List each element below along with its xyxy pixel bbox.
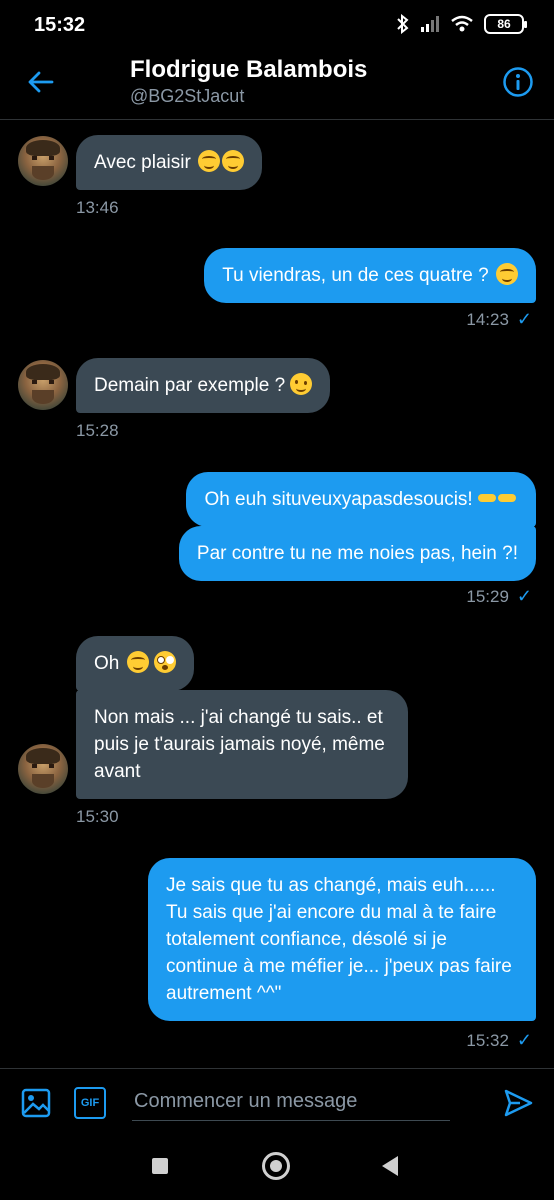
message-timestamp: 13:46 — [76, 198, 119, 218]
message-bubble-outgoing[interactable]: Tu viendras, un de ces quatre ? — [204, 248, 536, 303]
contact-handle: @BG2StJacut — [130, 86, 245, 106]
send-icon — [504, 1089, 533, 1117]
message-timestamp: 15:32 ✓ — [466, 1030, 532, 1051]
message-text: Je sais que tu as changé, mais euh......… — [166, 875, 512, 1004]
conversation-header: Flodrigue Balambois @BG2StJacut — [0, 50, 554, 120]
status-bar: 15:32 86 — [0, 0, 554, 50]
smiling-face-icon — [496, 263, 518, 285]
message-bubble-incoming[interactable]: Avec plaisir — [76, 135, 263, 190]
timestamp-text: 15:28 — [76, 421, 119, 440]
status-time: 15:32 — [34, 14, 86, 36]
avatar[interactable] — [18, 744, 68, 794]
winking-face-icon — [290, 373, 313, 395]
message-input[interactable] — [132, 1083, 450, 1121]
timestamp-text: 13:46 — [76, 198, 119, 217]
battery-level: 86 — [497, 17, 511, 31]
smiling-face-icon — [126, 651, 149, 673]
battery-indicator: 86 — [484, 14, 527, 34]
contact-name[interactable]: Flodrigue Balambois — [130, 56, 367, 84]
back-button[interactable] — [22, 64, 58, 100]
message-timestamp: 15:29 ✓ — [466, 586, 532, 607]
smiling-face-icon — [222, 150, 245, 172]
avatar[interactable] — [18, 360, 68, 410]
home-button[interactable] — [262, 1152, 290, 1180]
message-text: Demain par exemple ? — [94, 375, 286, 396]
message-composer: GIF — [0, 1068, 554, 1134]
system-back-button[interactable] — [382, 1156, 398, 1176]
message-bubble-outgoing[interactable]: Je sais que tu as changé, mais euh......… — [148, 858, 536, 1021]
image-icon — [21, 1088, 51, 1118]
message-bubble-outgoing[interactable]: Par contre tu ne me noies pas, hein ?! — [178, 526, 536, 581]
smiling-face-icon — [198, 150, 221, 172]
send-button[interactable] — [502, 1087, 534, 1119]
signal-icon — [421, 16, 439, 32]
message-text: Avec plaisir — [94, 152, 191, 173]
timestamp-text: 15:32 — [466, 1030, 509, 1050]
message-bubble-outgoing[interactable]: Oh euh situveuxyapasdesoucis! — [186, 472, 536, 527]
sent-check-icon: ✓ — [516, 586, 532, 606]
message-text: Non mais ... j'ai changé tu sais.. et pu… — [94, 707, 385, 782]
timestamp-text: 15:30 — [76, 807, 119, 826]
recents-button[interactable] — [152, 1158, 168, 1174]
timestamp-text: 14:23 — [466, 309, 509, 329]
message-bubble-incoming[interactable]: Demain par exemple ? — [76, 358, 331, 413]
bluetooth-icon — [397, 14, 409, 34]
system-navigation-bar — [0, 1134, 554, 1200]
info-icon — [503, 67, 533, 97]
message-timestamp: 15:28 — [76, 421, 119, 441]
back-arrow-icon — [28, 71, 54, 93]
message-text: Oh euh situveuxyapasdesoucis! — [204, 489, 473, 510]
message-bubble-incoming[interactable]: Oh — [76, 636, 194, 691]
message-bubble-incoming[interactable]: Non mais ... j'ai changé tu sais.. et pu… — [76, 690, 408, 799]
message-text: Oh — [94, 653, 120, 674]
status-icons: 86 — [396, 14, 527, 34]
message-timestamp: 14:23 ✓ — [466, 309, 532, 330]
gif-button[interactable]: GIF — [74, 1087, 106, 1119]
message-text: Tu viendras, un de ces quatre ? — [222, 265, 489, 286]
avatar[interactable] — [18, 136, 68, 186]
message-text: Par contre tu ne me noies pas, hein ?! — [196, 543, 518, 564]
sent-check-icon: ✓ — [516, 1030, 532, 1050]
flushed-face-icon — [153, 651, 176, 673]
wifi-icon — [451, 15, 473, 32]
info-button[interactable] — [500, 64, 536, 100]
pointing-hands-icon — [478, 487, 518, 509]
sent-check-icon: ✓ — [516, 309, 532, 329]
gif-label: GIF — [80, 1097, 100, 1109]
message-timestamp: 15:30 — [76, 807, 119, 827]
timestamp-text: 15:29 — [466, 586, 509, 606]
add-image-button[interactable] — [20, 1087, 52, 1119]
